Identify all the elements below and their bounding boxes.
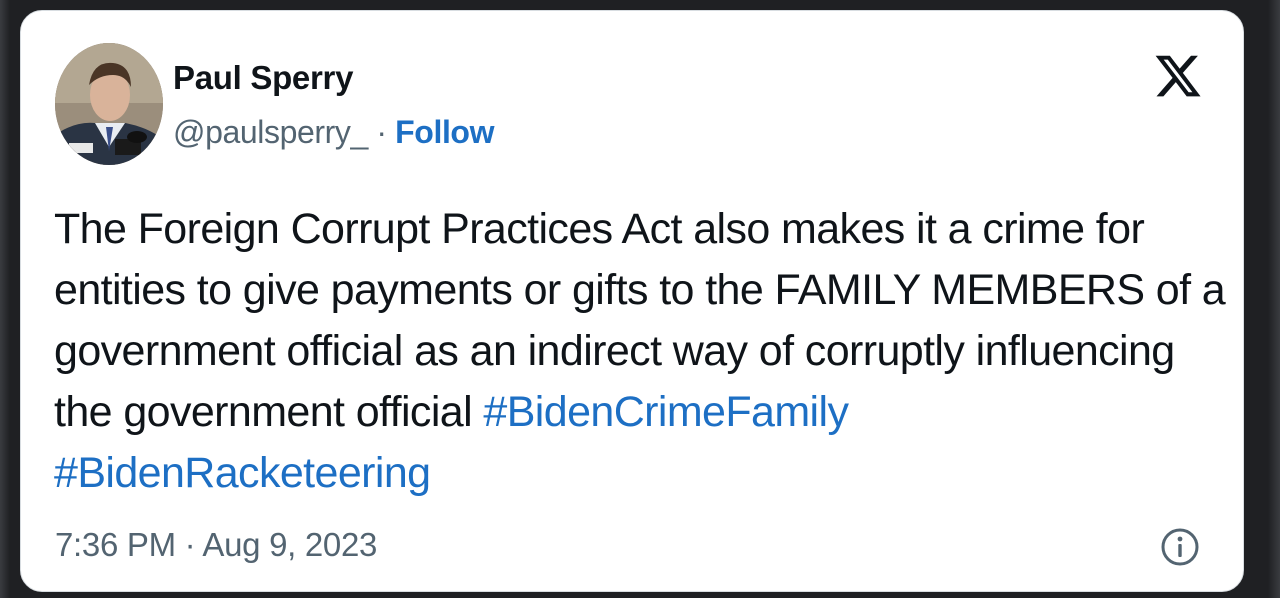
author-handle-row: @paulsperry_ · Follow bbox=[173, 114, 494, 151]
avatar-photo bbox=[55, 43, 163, 165]
tweet-card: Paul Sperry @paulsperry_ · Follow The Fo… bbox=[20, 10, 1244, 592]
author-handle[interactable]: @paulsperry_ bbox=[173, 114, 368, 150]
avatar[interactable] bbox=[55, 43, 163, 165]
tweet-timestamp[interactable]: 7:36 PM · Aug 9, 2023 bbox=[55, 526, 377, 564]
info-icon[interactable] bbox=[1160, 527, 1200, 567]
handle-separator: · bbox=[376, 114, 387, 150]
tweet-text: The Foreign Corrupt Practices Act also m… bbox=[54, 199, 1234, 504]
hashtag-biden-crime-family[interactable]: #BidenCrimeFamily bbox=[483, 388, 849, 436]
x-logo-icon[interactable] bbox=[1153, 51, 1203, 101]
author-name[interactable]: Paul Sperry bbox=[173, 59, 353, 97]
follow-button[interactable]: Follow bbox=[395, 114, 494, 150]
hashtag-biden-racketeering[interactable]: #BidenRacketeering bbox=[54, 449, 431, 497]
